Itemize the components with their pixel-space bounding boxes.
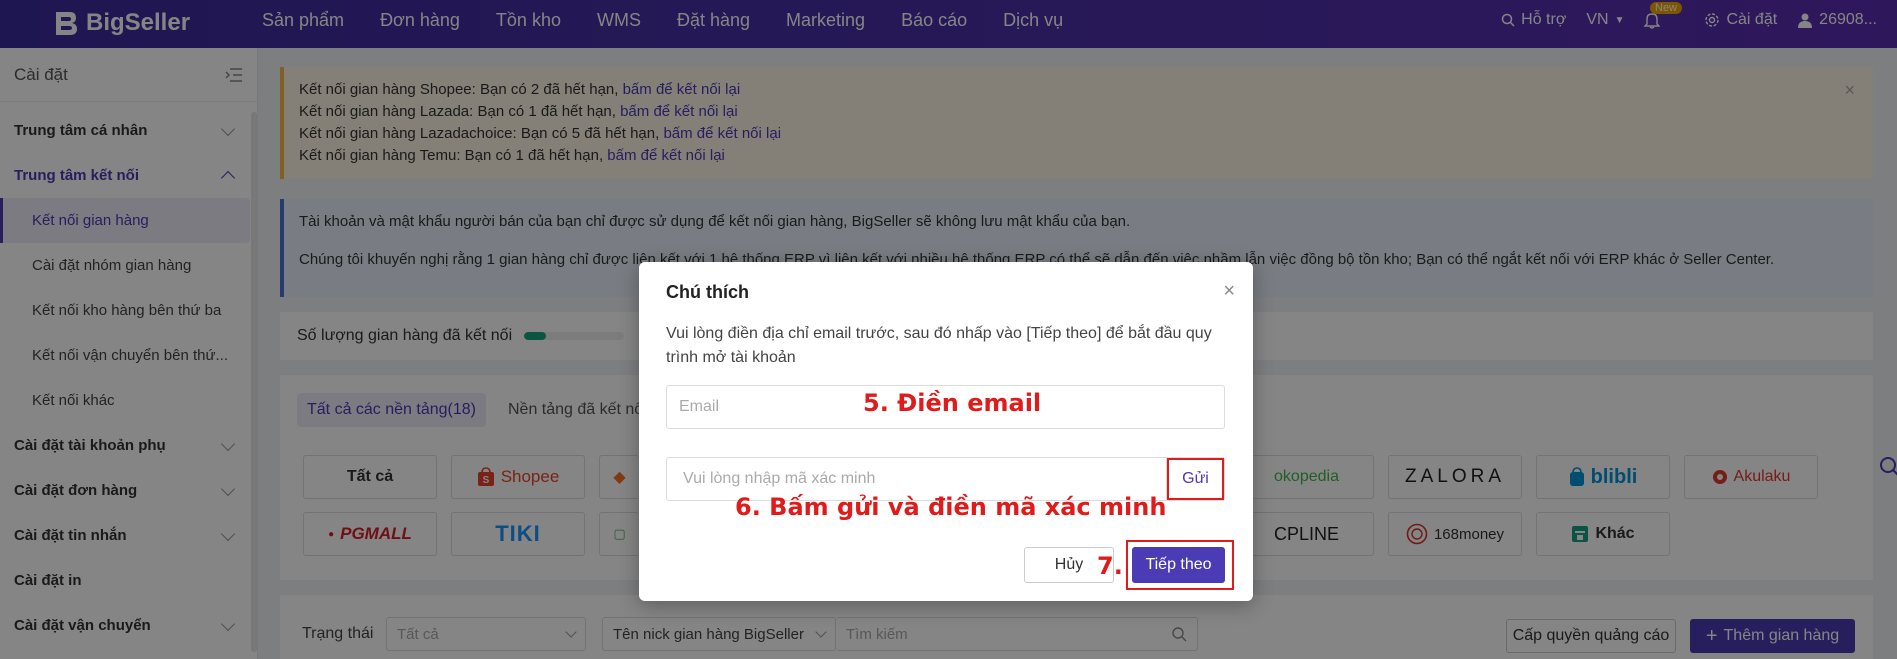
next-button[interactable]: Tiếp theo — [1132, 547, 1225, 583]
step5-annotation: 5. Điền email — [863, 389, 1042, 417]
code-placeholder: Vui lòng nhập mã xác minh — [683, 470, 876, 487]
dialog-title: Chú thích — [666, 282, 749, 302]
account-setup-dialog: Chú thích × Vui lòng điền địa chỉ email … — [639, 262, 1253, 601]
step7-annotation: 7. — [1097, 552, 1123, 580]
step6-annotation: 6. Bấm gửi và điền mã xác minh — [735, 493, 1167, 521]
dialog-description: Vui lòng điền địa chỉ email trước, sau đ… — [666, 325, 1212, 366]
close-icon[interactable]: × — [1223, 280, 1235, 303]
send-code-button[interactable]: Gửi — [1166, 457, 1225, 501]
email-placeholder: Email — [679, 398, 720, 415]
